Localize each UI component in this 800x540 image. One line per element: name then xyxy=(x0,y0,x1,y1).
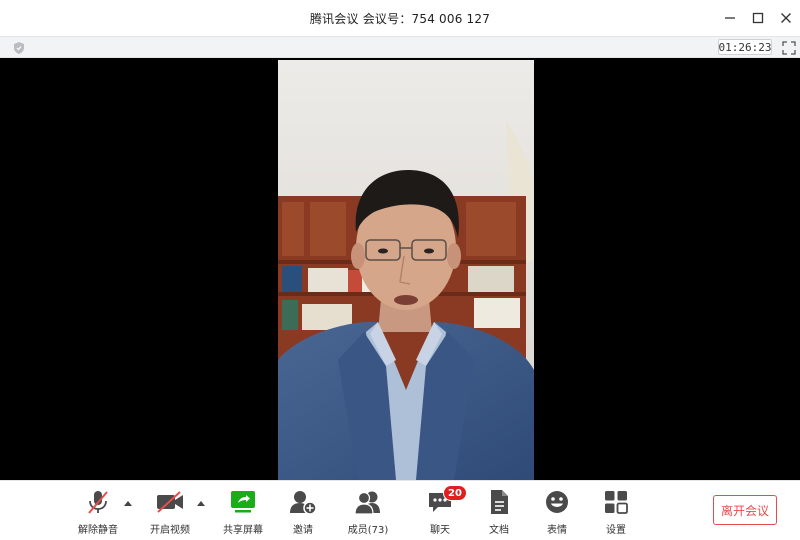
unmute-button[interactable]: 解除静音 xyxy=(70,489,126,537)
documents-label: 文档 xyxy=(489,525,509,536)
fullscreen-icon[interactable] xyxy=(782,40,796,55)
document-icon xyxy=(484,489,514,515)
members-icon xyxy=(353,489,383,515)
members-button[interactable]: 成员(73) xyxy=(340,489,396,537)
chat-button[interactable]: 20 聊天 xyxy=(412,485,468,537)
title-bar: 腾讯会议 会议号：754 006 127 xyxy=(0,0,800,36)
meeting-timer: 01:26:23 xyxy=(718,39,772,55)
invite-user-icon xyxy=(288,489,318,515)
participant-video-frame xyxy=(278,60,534,480)
shield-icon[interactable] xyxy=(12,40,26,54)
minimize-icon xyxy=(725,17,735,19)
chat-unread-badge: 20 xyxy=(443,485,467,501)
window-controls xyxy=(716,0,800,36)
share-screen-label: 共享屏幕 xyxy=(223,525,263,536)
chat-icon: 20 xyxy=(425,485,467,515)
maximize-button[interactable] xyxy=(744,0,772,36)
settings-label: 设置 xyxy=(606,525,626,536)
chat-label: 聊天 xyxy=(430,525,450,536)
members-label: 成员(73) xyxy=(347,525,389,536)
emoji-label: 表情 xyxy=(547,525,567,536)
video-stage xyxy=(0,58,800,480)
start-video-button[interactable]: 开启视频 xyxy=(142,489,198,537)
video-options-caret-icon[interactable] xyxy=(196,499,206,507)
invite-label: 邀请 xyxy=(293,525,313,536)
leave-meeting-button[interactable]: 离开会议 xyxy=(713,495,777,525)
share-screen-icon xyxy=(228,489,258,515)
close-icon xyxy=(781,13,791,23)
window-title: 腾讯会议 会议号：754 006 127 xyxy=(309,11,491,26)
meeting-info-bar: 01:26:23 xyxy=(0,36,800,58)
microphone-muted-icon xyxy=(83,489,113,515)
camera-off-icon xyxy=(155,489,185,515)
meeting-toolbar: 解除静音 开启视频 共享屏幕 邀请 成员(73) 20 聊天 文档 表情 设置 … xyxy=(0,480,800,540)
emoji-icon xyxy=(542,489,572,515)
share-screen-button[interactable]: 共享屏幕 xyxy=(215,489,271,537)
participant-video xyxy=(278,60,534,480)
meeting-window: 腾讯会议 会议号：754 006 127 01:26:23 解除静音 开启视频 … xyxy=(0,0,800,540)
close-button[interactable] xyxy=(772,0,800,36)
minimize-button[interactable] xyxy=(716,0,744,36)
settings-button[interactable]: 设置 xyxy=(588,489,644,537)
start-video-label: 开启视频 xyxy=(150,525,190,536)
maximize-icon xyxy=(752,12,764,24)
unmute-label: 解除静音 xyxy=(78,525,118,536)
settings-icon xyxy=(601,489,631,515)
emoji-button[interactable]: 表情 xyxy=(529,489,585,537)
audio-options-caret-icon[interactable] xyxy=(123,499,133,507)
documents-button[interactable]: 文档 xyxy=(471,489,527,537)
invite-button[interactable]: 邀请 xyxy=(275,489,331,537)
